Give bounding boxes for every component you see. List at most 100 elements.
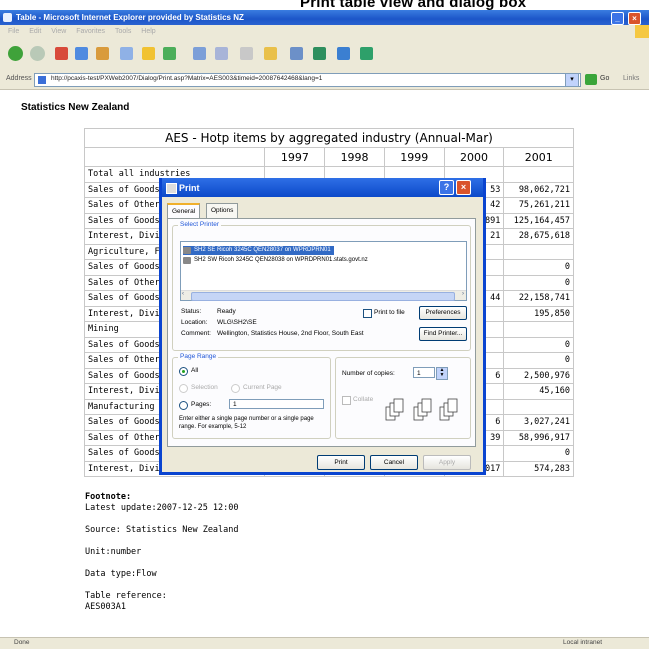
copies-input[interactable]: 1: [413, 367, 435, 378]
table-cell: 0: [503, 336, 574, 353]
printer-name: SH2 SW Ricoh 3245C QEN28038 on WPRDPRN01…: [194, 257, 368, 263]
address-url: http://pcaxis-test/PXWeb2007/Dialog/Prin…: [51, 75, 323, 82]
menu-file[interactable]: File: [8, 28, 19, 35]
edit-icon[interactable]: [264, 47, 277, 60]
table-cell: [503, 398, 574, 415]
year-header: 2000: [443, 147, 505, 167]
range-hint: Enter either a single page number or a s…: [179, 416, 314, 430]
tab-options[interactable]: Options: [206, 203, 239, 218]
address-dropdown-icon[interactable]: ▾: [565, 73, 579, 87]
research-icon[interactable]: [313, 47, 326, 60]
data-type-text: Data type:Flow: [85, 569, 157, 579]
back-icon[interactable]: [8, 46, 23, 61]
messenger-icon[interactable]: [337, 47, 350, 60]
copies-spinner-icon[interactable]: ▲ ▼: [436, 367, 448, 380]
table-cell: [503, 321, 574, 338]
range-current-radio[interactable]: [231, 384, 240, 393]
menu-help[interactable]: Help: [141, 28, 155, 35]
range-selection-label: Selection: [191, 384, 218, 391]
apply-button[interactable]: Apply: [423, 455, 471, 470]
printer-icon: [166, 183, 177, 194]
user-icon[interactable]: [360, 47, 373, 60]
help-button[interactable]: ?: [439, 180, 454, 195]
range-current-label: Current Page: [243, 384, 282, 391]
print-dialog-titlebar: Print ? ×: [162, 178, 483, 197]
search-icon[interactable]: [120, 47, 133, 60]
table-cell: 0: [503, 274, 574, 291]
table-cell: 0: [503, 445, 574, 462]
pages-input[interactable]: 1: [229, 399, 324, 409]
status-text: Done: [14, 639, 30, 646]
table-cell: 125,164,457: [503, 212, 574, 229]
comment-label: Comment:: [181, 330, 211, 337]
menu-view[interactable]: View: [51, 28, 66, 35]
preferences-button[interactable]: Preferences: [419, 306, 467, 320]
address-input[interactable]: http://pcaxis-test/PXWeb2007/Dialog/Prin…: [34, 73, 581, 87]
discuss-icon[interactable]: [290, 47, 303, 60]
table-ref-label: Table reference:: [85, 591, 167, 601]
close-window-button[interactable]: ×: [628, 12, 641, 25]
table-cell: [503, 166, 574, 183]
forward-icon[interactable]: [30, 46, 45, 61]
menu-favorites[interactable]: Favorites: [76, 28, 105, 35]
printer-icon: [183, 257, 191, 264]
print-dialog: Print ? × General Options Select Printer…: [159, 178, 486, 475]
tab-general[interactable]: General: [167, 203, 201, 218]
printer-list-scrollbar[interactable]: ‹ ›: [181, 290, 466, 301]
year-header: 1999: [383, 147, 445, 167]
refresh-icon[interactable]: [75, 47, 88, 60]
zone-text: Local intranet: [563, 639, 603, 646]
collate-pages-icon: [385, 398, 458, 421]
menu-edit[interactable]: Edit: [29, 28, 41, 35]
print-dialog-title: Print: [179, 183, 200, 193]
printer-list[interactable]: SH2 SE Ricoh 3245C QEN28037 on WPRDPRN01…: [180, 241, 467, 301]
printer-name: SH2 SE Ricoh 3245C QEN28037 on WPRDPRN01: [194, 247, 331, 253]
scroll-left-icon[interactable]: ‹: [182, 291, 184, 297]
stop-icon[interactable]: [55, 47, 68, 60]
print-to-file-label: Print to file: [374, 309, 405, 316]
copies-label: Number of copies:: [342, 370, 395, 377]
media-icon[interactable]: [163, 47, 176, 60]
home-icon[interactable]: [96, 47, 109, 60]
mail-icon[interactable]: [215, 47, 228, 60]
go-arrow-icon[interactable]: [585, 74, 597, 85]
range-all-label: All: [191, 367, 199, 374]
menu-tools[interactable]: Tools: [115, 28, 131, 35]
find-printer-button[interactable]: Find Printer...: [419, 327, 467, 341]
year-header: 1998: [324, 147, 385, 167]
table-cell: 22,158,741: [503, 290, 574, 307]
print-icon[interactable]: [240, 47, 253, 60]
print-button[interactable]: Print: [317, 455, 365, 470]
table-cell: 45,160: [503, 383, 574, 400]
select-printer-group: Select Printer SH2 SE Ricoh 3245C QEN280…: [172, 221, 471, 351]
header-blank: [83, 147, 266, 167]
browser-toolbar: [0, 38, 649, 71]
scroll-right-icon[interactable]: ›: [462, 291, 464, 297]
location-label: Location:: [181, 319, 208, 326]
table-ref: AES003A1: [85, 602, 126, 612]
dialog-close-button[interactable]: ×: [456, 180, 471, 195]
range-all-radio[interactable]: [179, 367, 188, 376]
range-pages-radio[interactable]: [179, 401, 188, 410]
year-header: 2001: [503, 147, 574, 167]
table-caption: AES - Hotp items by aggregated industry …: [84, 128, 574, 148]
favorites-icon[interactable]: [142, 47, 155, 60]
printer-item[interactable]: SH2 SW Ricoh 3245C QEN28038 on WPRDPRN01…: [183, 256, 368, 265]
printer-item[interactable]: SH2 SE Ricoh 3245C QEN28037 on WPRDPRN01: [183, 246, 334, 255]
links-label[interactable]: Links: [623, 75, 639, 82]
footnote-heading: Footnote:: [85, 492, 132, 502]
collate-checkbox[interactable]: [342, 396, 351, 405]
go-button-label[interactable]: Go: [600, 75, 609, 82]
table-cell: [503, 243, 574, 260]
windows-logo-icon: [635, 25, 649, 38]
history-icon[interactable]: [193, 47, 206, 60]
range-pages-label: Pages:: [191, 401, 212, 408]
cancel-button[interactable]: Cancel: [370, 455, 418, 470]
ie-icon: [3, 13, 12, 22]
print-to-file-checkbox[interactable]: [363, 309, 372, 318]
org-heading: Statistics New Zealand: [21, 102, 130, 113]
scroll-thumb[interactable]: [191, 292, 455, 301]
range-selection-radio[interactable]: [179, 384, 188, 393]
minimize-button[interactable]: _: [611, 12, 624, 25]
table-cell: 0: [503, 352, 574, 369]
